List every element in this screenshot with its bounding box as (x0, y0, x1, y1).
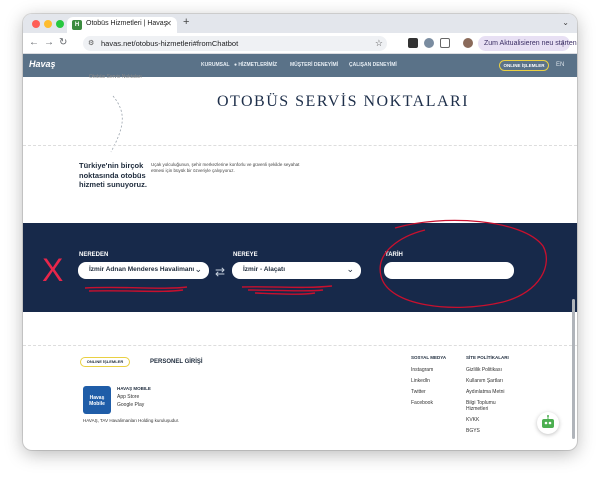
policy-link[interactable]: Aydınlatma Metni (466, 389, 505, 395)
browser-window: H Otobüs Hizmetleri | Havaş ✕ + ⌄ ← → ↻ … (23, 14, 577, 450)
footer-online-islemler-button[interactable]: ONLINE İŞLEMLER (80, 357, 130, 367)
social-link-instagram[interactable]: Instagram (411, 367, 433, 373)
robot-icon (542, 415, 554, 428)
policy-link[interactable]: Gizlilik Politikası (466, 367, 502, 373)
personel-girisi-link[interactable]: PERSONEL GİRİŞİ (150, 359, 203, 365)
annotation-overlay (84, 219, 547, 308)
policy-link[interactable]: BGYS (466, 428, 480, 434)
policy-link[interactable]: KVKK (466, 417, 479, 423)
copyright-text: HAVAŞ, TAV Havalimanları Holding kuruluş… (83, 418, 180, 423)
chatbot-icon[interactable] (537, 412, 559, 434)
social-media-heading: SOSYAL MEDYA (411, 355, 447, 360)
social-link-linkedin[interactable]: LinkedIn (411, 378, 430, 384)
policy-link[interactable]: Bilgi Toplumu Hizmetleri (466, 400, 516, 412)
app-store-link[interactable]: App Store (117, 394, 139, 400)
page-scrollbar[interactable] (572, 299, 575, 439)
footer-divider (23, 345, 577, 346)
site-policies-heading: SİTE POLİTİKALARI (466, 355, 509, 360)
screenshot-stage: H Otobüs Hizmetleri | Havaş ✕ + ⌄ ← → ↻ … (0, 0, 600, 478)
google-play-link[interactable]: Google Play (117, 402, 144, 408)
social-link-twitter[interactable]: Twitter (411, 389, 426, 395)
app-title: HAVAŞ MOBILE (117, 386, 151, 391)
havas-mobile-app-icon: Havaş Mobile (83, 386, 111, 414)
policy-link[interactable]: Kullanım Şartları (466, 378, 503, 384)
social-link-facebook[interactable]: Facebook (411, 400, 433, 406)
